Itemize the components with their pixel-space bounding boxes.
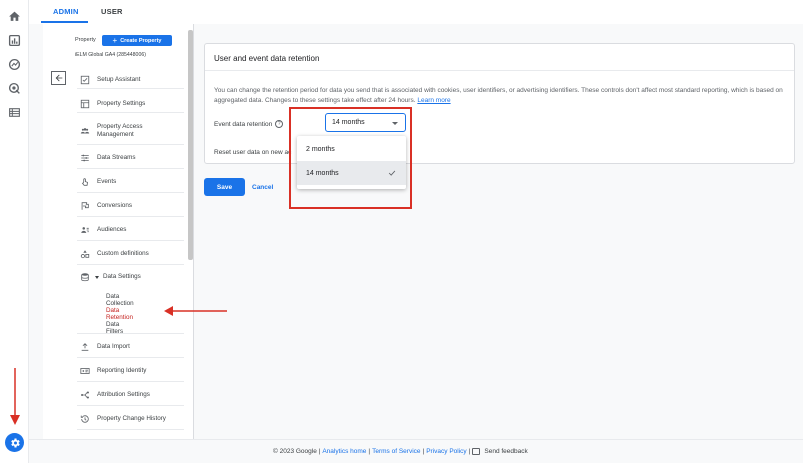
create-property-label: Create Property (120, 37, 162, 44)
divider (77, 112, 184, 113)
divider (77, 240, 184, 241)
checkbox-icon (80, 75, 90, 85)
list-icon[interactable] (8, 106, 21, 119)
sidebar-item-attribution-settings[interactable]: Attribution Settings (80, 390, 190, 400)
audience-icon (80, 225, 90, 235)
sidebar-item-label: Audiences (97, 226, 127, 234)
divider (77, 333, 184, 334)
sidebar-item-label: Setup Assistant (97, 76, 141, 84)
sidebar-item-data-streams[interactable]: Data Streams (80, 153, 190, 163)
upload-icon (80, 342, 90, 352)
create-property-button[interactable]: + Create Property (102, 35, 172, 46)
advertising-icon[interactable] (8, 82, 21, 95)
settings-gear-icon[interactable] (5, 433, 24, 452)
learn-more-link[interactable]: Learn more (417, 97, 450, 104)
event-retention-row: Event data retention ? (214, 120, 284, 128)
reset-user-data-label: Reset user data on new ac (214, 149, 292, 156)
property-selector[interactable]: iELM Global GA4 (285448006) (75, 52, 146, 58)
divider (77, 216, 184, 217)
divider (77, 168, 184, 169)
privacy-policy-link[interactable]: Privacy Policy (426, 448, 466, 455)
sidebar-item-label: Data Import (97, 343, 130, 351)
copyright-text: © 2023 Google | (273, 448, 321, 455)
sidebar-item-data-import[interactable]: Data Import (80, 342, 190, 352)
property-icon (80, 99, 90, 109)
divider (77, 88, 184, 89)
reports-icon[interactable] (8, 34, 21, 47)
red-arrow-left-annotation (164, 306, 227, 316)
sidebar-item-conversions[interactable]: Conversions (80, 201, 190, 211)
feedback-icon (472, 448, 481, 455)
tab-user[interactable]: USER (101, 7, 123, 16)
divider (77, 144, 184, 145)
divider (77, 381, 184, 382)
save-button[interactable]: Save (204, 178, 245, 196)
red-arrow-down-annotation (10, 368, 20, 425)
touch-icon (80, 177, 90, 187)
explore-icon[interactable] (8, 58, 21, 71)
expand-caret-icon (95, 275, 99, 279)
separator: | (368, 448, 371, 455)
sidebar-item-label: Custom definitions (97, 250, 149, 258)
description-text: You can change the retention period for … (214, 87, 783, 104)
admin-user-tabs: ADMIN USER (29, 0, 803, 24)
analytics-home-link[interactable]: Analytics home (322, 448, 366, 455)
sidebar-item-label: Attribution Settings (97, 391, 150, 399)
back-button[interactable] (51, 71, 66, 85)
divider (77, 264, 184, 265)
help-icon[interactable]: ? (275, 120, 284, 128)
sidebar-item-label: Property Settings (97, 100, 146, 108)
home-icon[interactable] (8, 10, 21, 23)
sidebar-item-label: Events (97, 178, 117, 186)
terms-of-service-link[interactable]: Terms of Service (372, 448, 420, 455)
plus-icon: + (112, 35, 118, 45)
divider (77, 357, 184, 358)
sidebar-item-audiences[interactable]: Audiences (80, 225, 190, 235)
sidebar-item-label: Data Streams (97, 154, 136, 162)
cancel-button[interactable]: Cancel (252, 178, 273, 196)
sidebar-item-label: Data Settings (103, 273, 141, 281)
sidebar-item-events[interactable]: Events (80, 177, 190, 187)
card-title: User and event data retention (214, 54, 320, 63)
history-icon (80, 414, 90, 424)
sidebar-item-data-settings[interactable]: Data Settings (80, 272, 190, 282)
divider (77, 192, 184, 193)
send-feedback-link[interactable]: Send feedback (484, 448, 527, 455)
flag-icon (80, 201, 90, 211)
streams-icon (80, 153, 90, 163)
highlight-box-annotation (289, 107, 412, 209)
database-icon (80, 272, 90, 282)
divider (77, 405, 184, 406)
sidebar-item-label: Conversions (97, 202, 132, 210)
sidebar-item-property-settings[interactable]: Property Settings (80, 99, 190, 109)
sidebar-item-label: Reporting Identity (97, 367, 147, 375)
separator: | (468, 448, 471, 455)
sidebar-item-setup-assistant[interactable]: Setup Assistant (80, 75, 190, 85)
footer-links: © 2023 Google | Analytics home | Terms o… (273, 448, 528, 455)
property-label: Property (75, 37, 96, 43)
sidebar-subitem-data-retention[interactable]: Data Retention (106, 307, 133, 321)
divider (77, 429, 184, 430)
sidebar-item-label: Property Change History (97, 415, 166, 423)
identity-icon (80, 366, 90, 376)
arrow-back-icon (55, 74, 62, 82)
attribution-icon (80, 390, 90, 400)
event-retention-label: Event data retention (214, 120, 273, 128)
sidebar-subitem-data-collection[interactable]: Data Collection (106, 293, 134, 307)
people-icon (80, 126, 90, 136)
separator: | (422, 448, 425, 455)
sidebar-item-property-change-history[interactable]: Property Change History (80, 414, 190, 424)
sidebar-item-custom-definitions[interactable]: Custom definitions (80, 249, 190, 259)
sidebar-item-label: Property Access Management (97, 123, 143, 138)
sidebar-item-reporting-identity[interactable]: Reporting Identity (80, 366, 190, 376)
sidebar-item-property-access[interactable]: Property Access Management (80, 123, 190, 138)
shapes-icon (80, 249, 90, 259)
active-tab-indicator (41, 21, 88, 23)
page-footer: © 2023 Google | Analytics home | Terms o… (29, 439, 803, 463)
divider (205, 70, 794, 71)
tab-admin[interactable]: ADMIN (53, 7, 79, 16)
card-description: You can change the retention period for … (214, 86, 784, 106)
